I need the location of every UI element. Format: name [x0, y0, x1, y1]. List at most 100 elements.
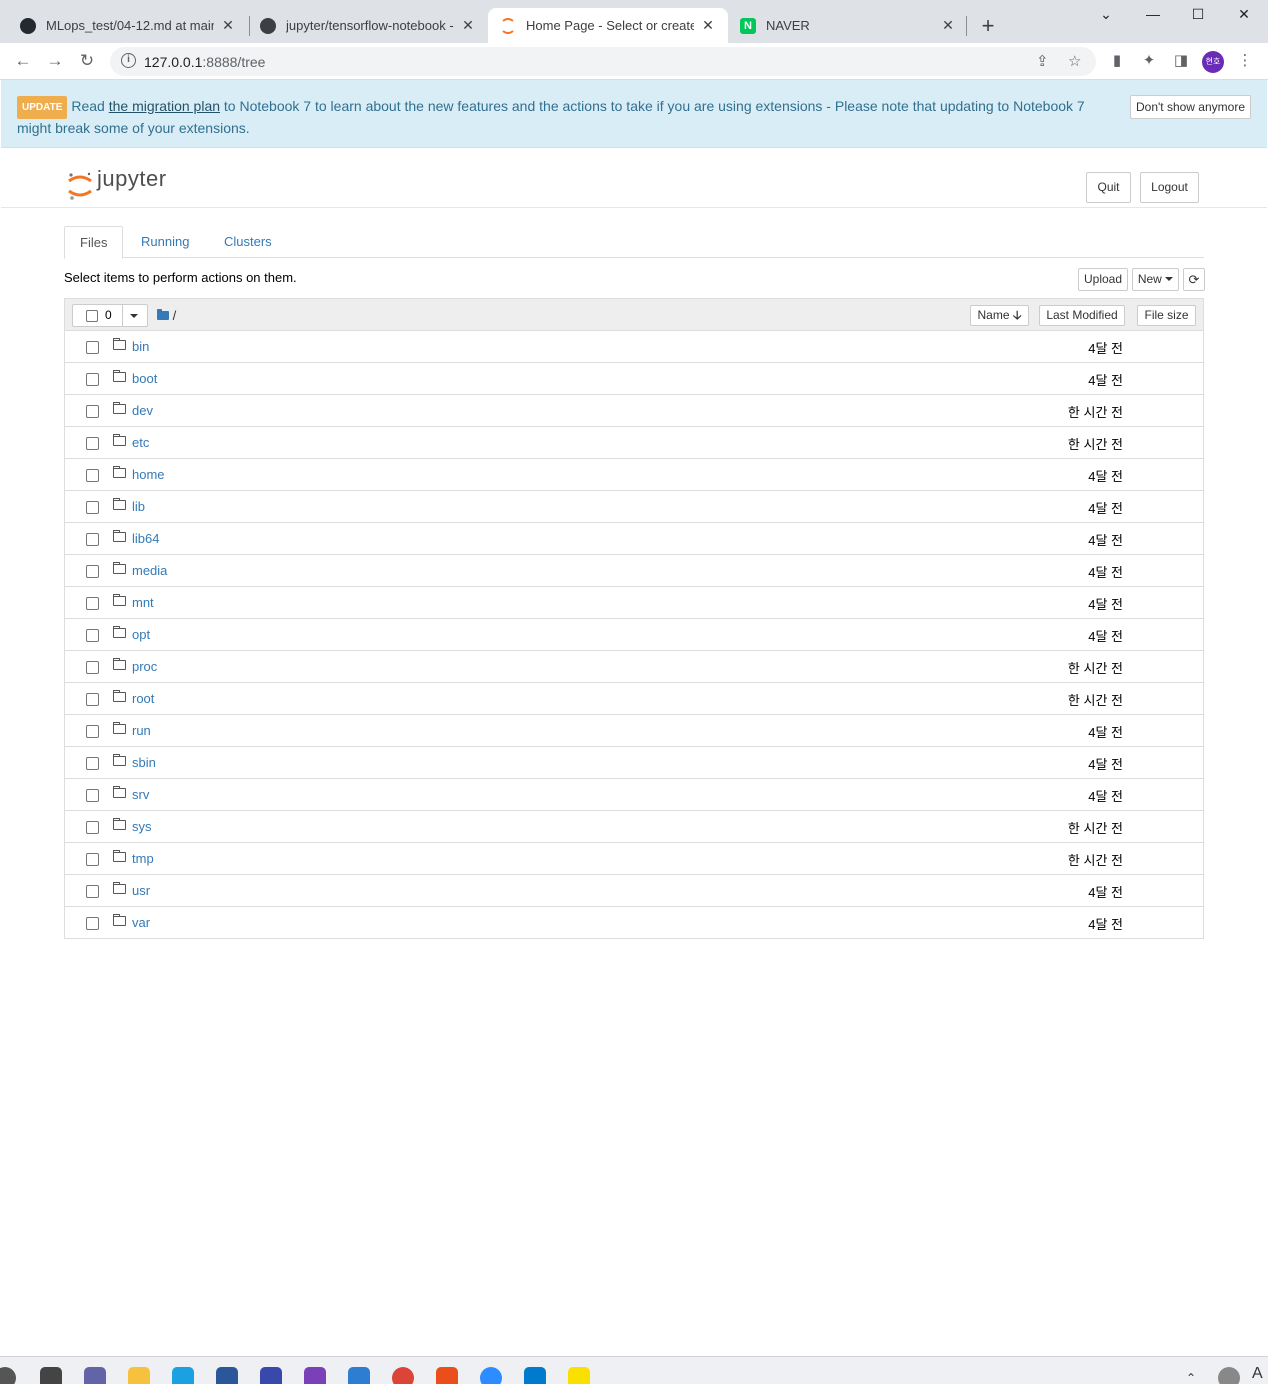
- logout-button[interactable]: Logout: [1140, 172, 1199, 203]
- table-row[interactable]: root 한 시간 전: [65, 683, 1203, 715]
- folder-name-link[interactable]: srv: [132, 787, 149, 802]
- folder-name-link[interactable]: media: [132, 563, 167, 578]
- row-checkbox[interactable]: [86, 757, 99, 770]
- table-row[interactable]: tmp 한 시간 전: [65, 843, 1203, 875]
- upload-button[interactable]: Upload: [1078, 268, 1128, 291]
- tab-files[interactable]: Files: [64, 226, 124, 259]
- back-icon[interactable]: ←: [12, 50, 34, 72]
- tab-running[interactable]: Running: [126, 226, 204, 258]
- jupyter-logo[interactable]: jupyter: [67, 166, 166, 204]
- folder-name-link[interactable]: home: [132, 467, 165, 482]
- close-icon[interactable]: ✕: [220, 17, 236, 34]
- row-checkbox[interactable]: [86, 597, 99, 610]
- row-checkbox[interactable]: [86, 533, 99, 546]
- row-checkbox[interactable]: [86, 853, 99, 866]
- kakaotalk-icon[interactable]: [568, 1367, 590, 1384]
- folder-name-link[interactable]: etc: [132, 435, 149, 450]
- row-checkbox[interactable]: [86, 789, 99, 802]
- chrome-icon[interactable]: [392, 1367, 414, 1384]
- table-row[interactable]: mnt 4달 전: [65, 587, 1203, 619]
- teams-icon[interactable]: [84, 1367, 106, 1384]
- table-row[interactable]: home 4달 전: [65, 459, 1203, 491]
- maximize-icon[interactable]: ☐: [1186, 6, 1210, 23]
- breadcrumb[interactable]: /: [157, 308, 176, 323]
- app-icon[interactable]: [348, 1367, 370, 1384]
- select-all-checkbox[interactable]: [86, 310, 98, 322]
- migration-plan-link[interactable]: the migration plan: [109, 98, 220, 114]
- table-row[interactable]: opt 4달 전: [65, 619, 1203, 651]
- folder-name-link[interactable]: var: [132, 915, 150, 930]
- folder-name-link[interactable]: dev: [132, 403, 153, 418]
- menu-icon[interactable]: ⋮: [1236, 52, 1254, 70]
- table-row[interactable]: var 4달 전: [65, 907, 1203, 939]
- dont-show-button[interactable]: Don't show anymore: [1130, 95, 1251, 119]
- folder-name-link[interactable]: opt: [132, 627, 150, 642]
- row-checkbox[interactable]: [86, 405, 99, 418]
- minimize-icon[interactable]: —: [1141, 6, 1165, 22]
- avatar[interactable]: 현호: [1202, 51, 1224, 73]
- folder-name-link[interactable]: bin: [132, 339, 149, 354]
- row-checkbox[interactable]: [86, 885, 99, 898]
- task-view-icon[interactable]: [40, 1367, 62, 1384]
- folder-name-link[interactable]: proc: [132, 659, 157, 674]
- table-row[interactable]: proc 한 시간 전: [65, 651, 1203, 683]
- table-row[interactable]: etc 한 시간 전: [65, 427, 1203, 459]
- app-icon[interactable]: [304, 1367, 326, 1384]
- breadcrumb-root[interactable]: /: [173, 308, 177, 323]
- table-row[interactable]: lib 4달 전: [65, 491, 1203, 523]
- row-checkbox[interactable]: [86, 501, 99, 514]
- row-checkbox[interactable]: [86, 629, 99, 642]
- window-close-icon[interactable]: ✕: [1232, 6, 1256, 23]
- browser-tab-github[interactable]: MLops_test/04-12.md at main · ✕: [8, 8, 248, 43]
- row-checkbox[interactable]: [86, 437, 99, 450]
- close-icon[interactable]: ✕: [940, 17, 956, 34]
- table-row[interactable]: media 4달 전: [65, 555, 1203, 587]
- refresh-button[interactable]: ⟳: [1183, 268, 1205, 291]
- row-checkbox[interactable]: [86, 725, 99, 738]
- search-icon[interactable]: [0, 1367, 16, 1384]
- sort-file-size-button[interactable]: File size: [1137, 305, 1196, 326]
- table-row[interactable]: usr 4달 전: [65, 875, 1203, 907]
- row-checkbox[interactable]: [86, 821, 99, 834]
- extension-icon[interactable]: ▮: [1108, 52, 1126, 70]
- folder-name-link[interactable]: lib64: [132, 531, 159, 546]
- folder-name-link[interactable]: usr: [132, 883, 150, 898]
- vscode-icon[interactable]: [524, 1367, 546, 1384]
- table-row[interactable]: run 4달 전: [65, 715, 1203, 747]
- new-tab-button[interactable]: +: [976, 14, 1000, 38]
- snipping-tool-icon[interactable]: [436, 1367, 458, 1384]
- new-dropdown-button[interactable]: New: [1132, 268, 1179, 291]
- close-icon[interactable]: ✕: [460, 17, 476, 34]
- row-checkbox[interactable]: [86, 469, 99, 482]
- folder-name-link[interactable]: sys: [132, 819, 152, 834]
- input-method-icon[interactable]: A: [1252, 1365, 1268, 1384]
- side-panel-icon[interactable]: ◨: [1172, 52, 1190, 70]
- select-all-group[interactable]: 0: [72, 304, 148, 327]
- folder-name-link[interactable]: mnt: [132, 595, 154, 610]
- row-checkbox[interactable]: [86, 373, 99, 386]
- row-checkbox[interactable]: [86, 341, 99, 354]
- edge-icon[interactable]: [172, 1367, 194, 1384]
- tab-clusters[interactable]: Clusters: [209, 226, 287, 258]
- forward-icon[interactable]: →: [44, 50, 66, 72]
- extensions-puzzle-icon[interactable]: ✦: [1140, 52, 1158, 70]
- table-row[interactable]: sys 한 시간 전: [65, 811, 1203, 843]
- table-row[interactable]: dev 한 시간 전: [65, 395, 1203, 427]
- folder-name-link[interactable]: run: [132, 723, 151, 738]
- table-row[interactable]: srv 4달 전: [65, 779, 1203, 811]
- share-icon[interactable]: ⇪: [1036, 52, 1049, 70]
- caret-down-icon[interactable]: [130, 314, 138, 318]
- sort-last-modified-button[interactable]: Last Modified: [1039, 305, 1125, 326]
- folder-name-link[interactable]: sbin: [132, 755, 156, 770]
- sort-name-button[interactable]: Name 🡣: [970, 305, 1029, 326]
- table-row[interactable]: bin 4달 전: [65, 331, 1203, 363]
- chevron-up-icon[interactable]: ⌃: [1186, 1371, 1200, 1384]
- row-checkbox[interactable]: [86, 565, 99, 578]
- quit-button[interactable]: Quit: [1086, 172, 1131, 203]
- row-checkbox[interactable]: [86, 693, 99, 706]
- table-row[interactable]: boot 4달 전: [65, 363, 1203, 395]
- zoom-icon[interactable]: [480, 1367, 502, 1384]
- row-checkbox[interactable]: [86, 917, 99, 930]
- table-row[interactable]: lib64 4달 전: [65, 523, 1203, 555]
- reload-icon[interactable]: ↻: [76, 50, 98, 72]
